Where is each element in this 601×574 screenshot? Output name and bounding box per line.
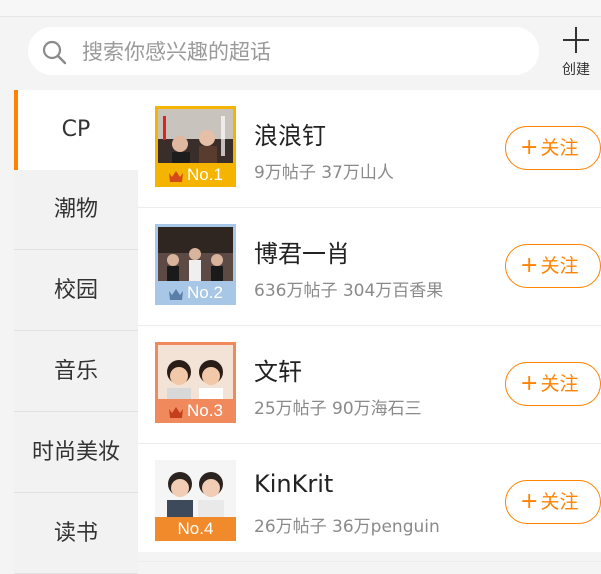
sidebar-item-trends[interactable]: 潮物	[14, 170, 138, 250]
sidebar-item-label: CP	[61, 117, 91, 142]
plus-icon: +	[520, 489, 539, 514]
follow-label: 关注	[540, 137, 579, 159]
plus-icon: +	[520, 371, 539, 396]
topic-stats: 9万帖子 37万山人	[254, 163, 394, 183]
topic-thumbnail: No.4	[155, 460, 236, 541]
rank-badge: No.3	[155, 399, 236, 423]
sidebar-item-label: 音乐	[53, 359, 98, 384]
sidebar-item-campus[interactable]: 校园	[14, 251, 138, 331]
sidebar-item-fashion-beauty[interactable]: 时尚美妆	[14, 413, 138, 493]
topic-thumbnail: No.1	[155, 106, 236, 187]
crown-icon	[169, 289, 184, 300]
plus-icon: +	[520, 253, 539, 278]
topic-stats: 25万帖子 90万海石三	[254, 399, 422, 419]
sidebar-item-music[interactable]: 音乐	[14, 332, 138, 412]
list-item[interactable]: No.1 浪浪钉 9万帖子 37万山人 + 关注	[138, 90, 601, 208]
search-input[interactable]	[80, 33, 524, 71]
topic-thumbnail: No.3	[155, 342, 236, 423]
follow-label: 关注	[540, 255, 579, 277]
sidebar-item-label: 潮物	[53, 197, 98, 222]
follow-button[interactable]: + 关注	[505, 480, 601, 524]
topic-name: KinKrit	[254, 470, 334, 498]
sidebar-item-label: 读书	[53, 521, 98, 546]
topic-name: 文轩	[254, 358, 302, 386]
follow-label: 关注	[540, 373, 579, 395]
rank-badge: No.4	[155, 517, 236, 541]
list-item[interactable]: No.4 KinKrit 26万帖子 36万penguin + 关注	[138, 444, 601, 562]
search-bar[interactable]	[28, 27, 539, 75]
topic-stats: 636万帖子 304万百香果	[254, 281, 444, 301]
topic-list: No.1 浪浪钉 9万帖子 37万山人 + 关注 No.2 博君一肖 636万帖…	[138, 90, 601, 562]
list-item[interactable]: No.3 文轩 25万帖子 90万海石三 + 关注	[138, 326, 601, 444]
follow-button[interactable]: + 关注	[505, 244, 601, 288]
list-item[interactable]: No.2 博君一肖 636万帖子 304万百香果 + 关注	[138, 208, 601, 326]
topic-name: 博君一肖	[254, 240, 350, 268]
rank-label: No.1	[187, 165, 223, 184]
topic-name: 浪浪钉	[254, 122, 326, 150]
topic-stats: 26万帖子 36万penguin	[254, 517, 440, 537]
plus-icon: +	[520, 135, 539, 160]
sidebar-item-label: 校园	[53, 278, 98, 303]
search-icon	[42, 40, 67, 65]
sidebar-item-cp[interactable]: CP	[14, 90, 138, 170]
status-strip	[0, 0, 601, 17]
rank-label: No.3	[187, 401, 223, 420]
sidebar-item-label: 时尚美妆	[31, 440, 120, 465]
sidebar-item-reading[interactable]: 读书	[14, 494, 138, 574]
category-sidebar: CP 潮物 校园 音乐 时尚美妆 读书	[14, 90, 138, 574]
search-row: 创建	[0, 17, 601, 89]
rank-label: No.4	[177, 519, 214, 538]
create-label: 创建	[562, 62, 590, 78]
create-button[interactable]: 创建	[552, 25, 600, 83]
follow-button[interactable]: + 关注	[505, 362, 601, 406]
plus-icon	[563, 27, 589, 53]
follow-button[interactable]: + 关注	[505, 126, 601, 170]
crown-icon	[169, 407, 184, 418]
rank-label: No.2	[187, 283, 223, 302]
rank-badge: No.2	[155, 281, 236, 305]
topic-thumbnail: No.2	[155, 224, 236, 305]
rank-badge: No.1	[155, 163, 236, 187]
crown-icon	[169, 171, 184, 182]
follow-label: 关注	[540, 491, 579, 513]
